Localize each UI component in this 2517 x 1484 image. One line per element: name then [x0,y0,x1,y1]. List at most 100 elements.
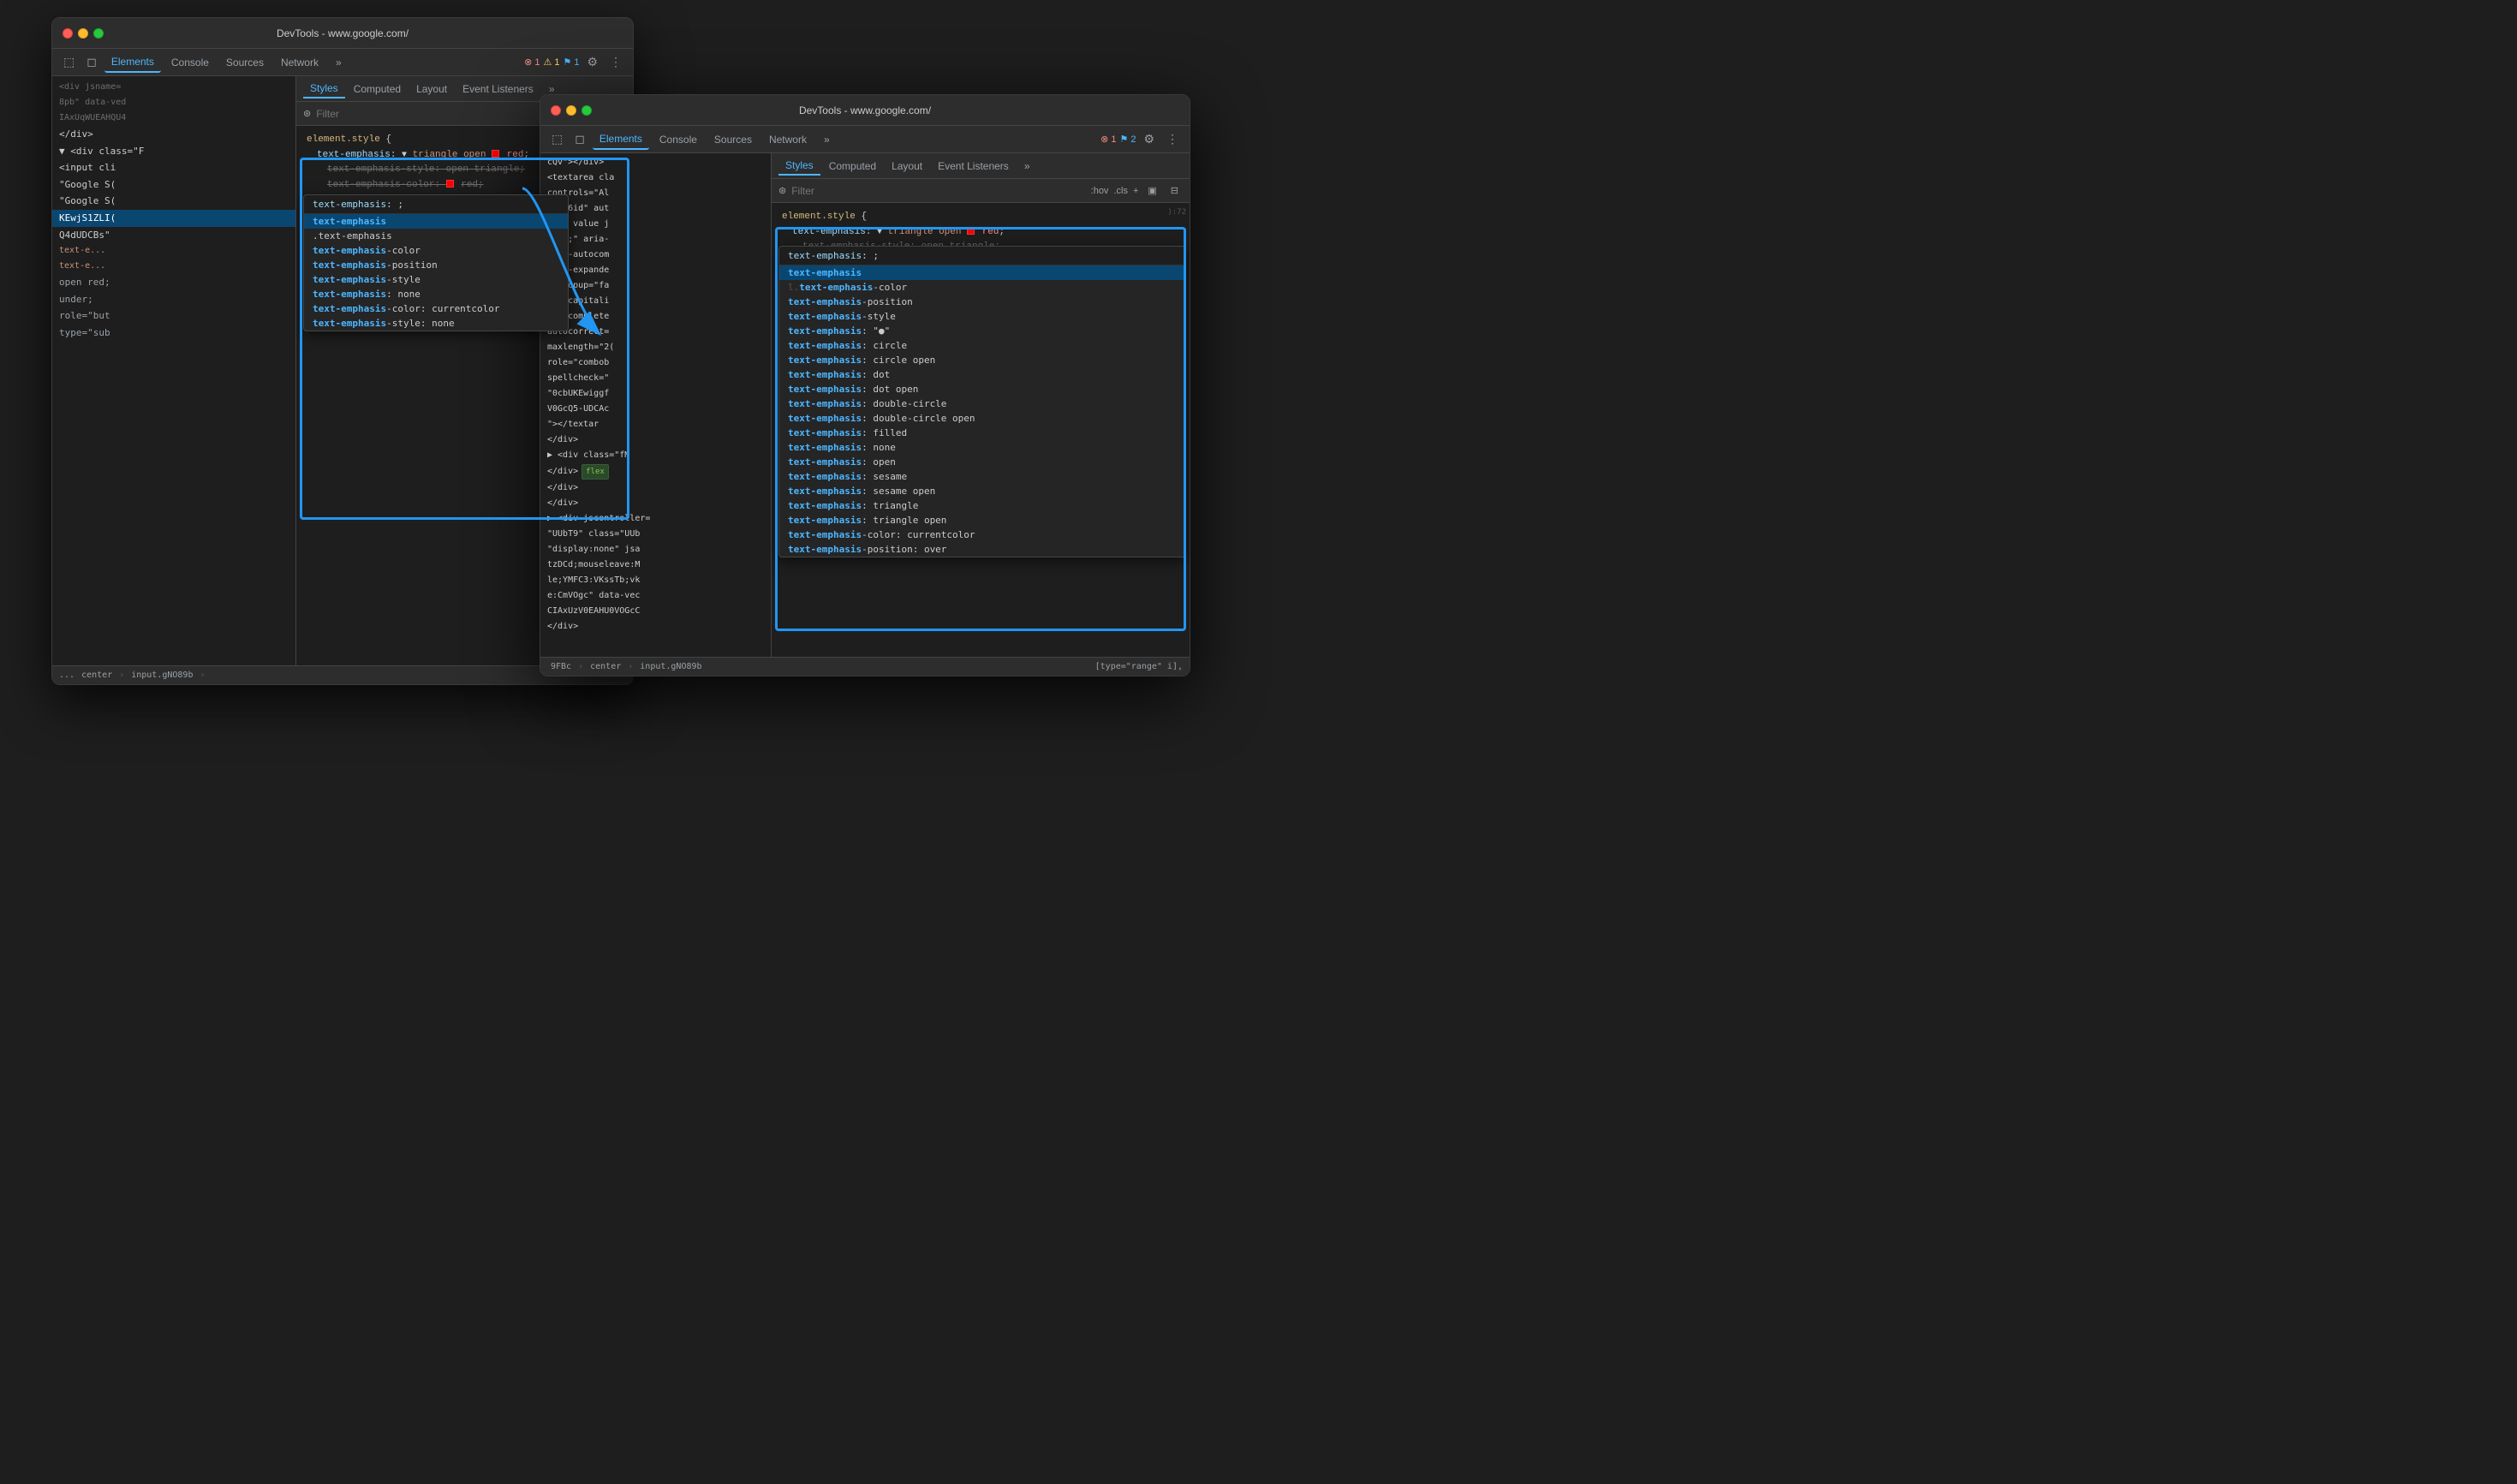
settings-icon-fg[interactable]: ⚙ [1139,129,1159,149]
autocomplete-item-fg-15[interactable]: text-emphasis: sesame open [779,484,1185,498]
autocomplete-item-fg-16[interactable]: text-emphasis: triangle [779,498,1185,513]
autocomplete-item-bg-6[interactable]: text-emphasis-color: currentcolor [304,301,568,316]
tree-node-fg[interactable]: autocomplete [540,309,771,325]
tab-network-bg[interactable]: Network [274,53,325,72]
autocomplete-item-fg-11[interactable]: text-emphasis: filled [779,426,1185,440]
tree-node-bg[interactable]: ▼ <div class="F [52,143,295,160]
autocomplete-item-fg-3[interactable]: text-emphasis-style [779,309,1185,324]
maximize-button-fg[interactable] [582,105,592,116]
autocomplete-item-fg-17[interactable]: text-emphasis: triangle open [779,513,1185,527]
tab-events-fg[interactable]: Event Listeners [931,158,1016,175]
css-prop-emphasis-fg[interactable]: text-emphasis: ▼ triangle open red; [772,225,1190,241]
autocomplete-item-fg-18[interactable]: text-emphasis-color: currentcolor [779,527,1185,542]
tree-node-fg[interactable]: ▶ <div class="fM [540,448,771,463]
autocomplete-item-bg-2[interactable]: text-emphasis-color [304,243,568,258]
tree-node-bg[interactable]: Q4dUDCBs" [52,227,295,244]
autocomplete-item-bg-0[interactable]: text-emphasis [304,214,568,229]
tab-more-styles-fg[interactable]: » [1017,158,1037,175]
autocomplete-item-bg-4[interactable]: text-emphasis-style [304,272,568,287]
autocomplete-item-fg-14[interactable]: text-emphasis: sesame [779,469,1185,484]
tab-layout-fg[interactable]: Layout [885,158,929,175]
tab-more-fg[interactable]: » [817,130,837,149]
breadcrumb-input-bg[interactable]: input.gNO89b [128,670,196,681]
autocomplete-item-fg-12[interactable]: text-emphasis: none [779,440,1185,455]
cursor-icon-fg[interactable]: ⬚ [547,129,567,149]
tree-node-fg[interactable]: haspopup="fa [540,278,771,294]
tree-node-bg[interactable]: text-e... [52,259,295,274]
filter-input-fg[interactable] [791,185,1085,197]
tab-network-fg[interactable]: Network [762,130,814,149]
maximize-button-bg[interactable] [93,28,104,39]
tree-node-fg[interactable]: <textarea cla [540,170,771,186]
tree-node-bg[interactable]: under; [52,291,295,308]
tree-node-fg[interactable]: rch" value j [540,217,771,232]
tree-node-fg[interactable]: "></textar [540,417,771,432]
close-button-bg[interactable] [63,28,73,39]
tree-node-bg[interactable]: </div> [52,126,295,143]
filter-meta-fg[interactable]: :hov [1091,186,1109,196]
tab-events-bg[interactable]: Event Listeners [456,80,540,98]
tree-node-bg[interactable]: "Google S( [52,176,295,194]
autocomplete-item-fg-10[interactable]: text-emphasis: double-circle open [779,411,1185,426]
autocomplete-item-bg-1[interactable]: .text-emphasis [304,229,568,243]
autocomplete-item-fg-2[interactable]: text-emphasis-position [779,295,1185,309]
tree-node-fg[interactable]: "Alh6id" aut [540,201,771,217]
tree-node-fg[interactable]: </div> [540,619,771,635]
autocomplete-item-fg-19[interactable]: text-emphasis-position: over [779,542,1185,557]
autocomplete-item-fg-4[interactable]: text-emphasis: "●" [779,324,1185,338]
autocomplete-item-fg-5[interactable]: text-emphasis: circle [779,338,1185,353]
autocomplete-item-fg-1[interactable]: l.text-emphasis-color [779,280,1185,295]
breadcrumb-center-fg[interactable]: center [587,661,624,672]
tree-node-bg[interactable]: text-e... [52,243,295,259]
autocomplete-item-fg-13[interactable]: text-emphasis: open [779,455,1185,469]
autocomplete-item-fg-6[interactable]: text-emphasis: circle open [779,353,1185,367]
tree-node-fg[interactable]: controls="Al [540,186,771,201]
tab-sources-bg[interactable]: Sources [219,53,271,72]
more-icon-fg[interactable]: ⋮ [1162,129,1183,149]
inspect-icon-bg[interactable]: ◻ [82,52,101,72]
autocomplete-item-fg-7[interactable]: text-emphasis: dot [779,367,1185,382]
settings-icon-bg[interactable]: ⚙ [582,52,602,72]
close-button-fg[interactable] [551,105,561,116]
tree-node-fg[interactable]: spellcheck=" [540,371,771,386]
tree-node-bg[interactable]: <div jsname= [52,80,295,95]
tab-more-bg[interactable]: » [329,53,349,72]
autocomplete-item-bg-5[interactable]: text-emphasis: none [304,287,568,301]
tree-node-fg[interactable]: maxlength="2( [540,340,771,355]
tree-node-bg[interactable]: type="sub [52,325,295,342]
tree-node-fg[interactable]: </div> flex [540,463,771,480]
minimize-button-fg[interactable] [566,105,576,116]
tab-styles-bg[interactable]: Styles [303,80,345,98]
breadcrumb-center-bg[interactable]: center [78,670,116,681]
tree-node-fg[interactable]: </div> [540,496,771,511]
tab-computed-bg[interactable]: Computed [347,80,408,98]
tree-node-fg[interactable]: y29d;" aria- [540,232,771,247]
tree-node-fg[interactable]: aria-autocom [540,247,771,263]
tree-node-bg[interactable]: 8pb" data-ved [52,95,295,110]
tree-node-fg[interactable]: </div> [540,480,771,496]
tab-sources-fg[interactable]: Sources [707,130,759,149]
tree-node-bg[interactable]: IAxUqWUEAHQU4 [52,110,295,126]
toggle-sidebar-fg[interactable]: ▣ [1143,182,1160,199]
tree-node-fg[interactable]: </div> [540,432,771,448]
tree-node-fg[interactable]: e:CmVOgc" data-vec [540,588,771,604]
tree-node-fg[interactable]: aria-expande [540,263,771,278]
tree-node-bg[interactable]: open red; [52,274,295,291]
autocomplete-item-bg-7[interactable]: text-emphasis-style: none [304,316,568,331]
breadcrumb-9fbc-fg[interactable]: 9FBc [547,661,575,672]
autocomplete-item-fg-0[interactable]: text-emphasis [779,265,1185,280]
tree-node-selected-bg[interactable]: KEwjS1ZLI( [52,210,295,227]
minimize-button-bg[interactable] [78,28,88,39]
tree-node-fg[interactable]: role="combob [540,355,771,371]
breadcrumb-input-fg[interactable]: input.gNO89b [636,661,705,672]
tab-layout-bg[interactable]: Layout [409,80,454,98]
more-icon-bg[interactable]: ⋮ [605,52,626,72]
tree-node-bg[interactable]: <input cli [52,159,295,176]
tree-node-fg[interactable]: tzDCd;mouseleave:M [540,557,771,573]
tree-node-bg[interactable]: "Google S( [52,193,295,210]
filter-cls-fg[interactable]: .cls [1113,186,1128,196]
autocomplete-item-bg-3[interactable]: text-emphasis-position [304,258,568,272]
computed-view-fg[interactable]: ⊟ [1166,182,1183,199]
tab-styles-fg[interactable]: Styles [778,157,820,176]
tree-node-fg[interactable]: ▶ <div jscontroller= [540,511,771,527]
